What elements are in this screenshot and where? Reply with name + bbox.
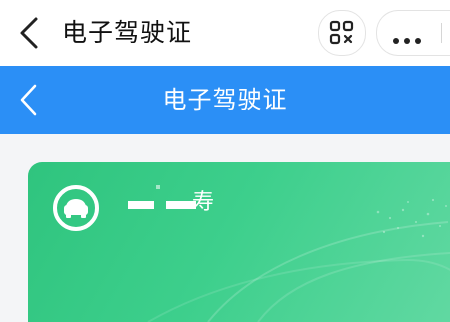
divider [441,23,442,43]
nav-title: 电子驾驶证 [162,86,288,114]
car-icon [52,184,100,232]
license-card[interactable]: 寿 [28,162,450,322]
nav-bar: 电子驾驶证 [0,66,450,134]
more-icon [393,29,426,48]
top-bar: 电子驾驶证 [0,0,450,66]
name-mask-dot [156,185,160,189]
holder-name-text: 寿 [192,190,215,215]
name-mask [128,201,154,209]
scan-icon [329,20,354,45]
back-arrow-icon[interactable] [16,16,42,50]
scan-button[interactable] [318,10,366,56]
more-button[interactable] [376,10,450,56]
page-title: 电子驾驶证 [62,18,193,47]
